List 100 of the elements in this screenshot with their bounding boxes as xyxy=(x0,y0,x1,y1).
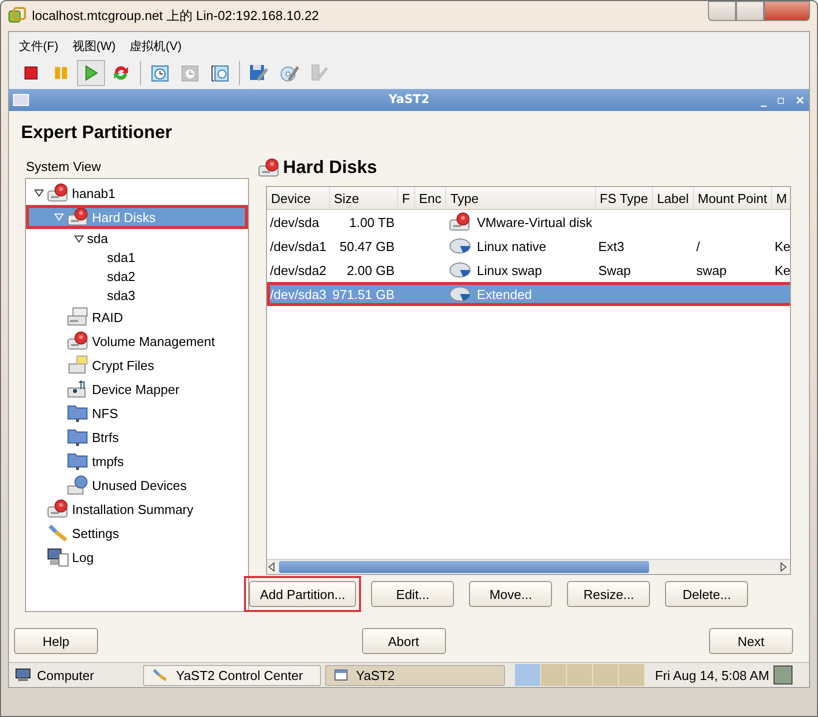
tree-item[interactable]: hanab1 xyxy=(26,181,248,205)
tree-item[interactable]: sda2 xyxy=(26,267,248,286)
close-button[interactable] xyxy=(764,1,810,21)
panel-heading: Hard Disks xyxy=(283,157,378,178)
table-cell: Extended xyxy=(476,286,532,302)
action-button[interactable]: Delete... xyxy=(665,581,748,607)
table-cell: /dev/sda3 xyxy=(270,286,326,302)
column-header[interactable]: M xyxy=(772,187,790,210)
floppy-wrench-icon xyxy=(249,63,269,83)
tree-item[interactable]: Settings xyxy=(26,521,248,545)
hard-disk-icon xyxy=(67,207,89,227)
refresh-icon xyxy=(112,64,130,82)
menu-item[interactable]: 虚拟机(V) xyxy=(130,37,182,56)
minimize-button[interactable] xyxy=(708,1,736,21)
table-cell: swap xyxy=(696,262,727,278)
table-cell: 50.47 GB xyxy=(340,238,395,254)
footer-button[interactable]: Next xyxy=(709,628,793,654)
table-cell: Linux swap xyxy=(476,262,542,278)
column-header[interactable]: Label xyxy=(652,187,694,210)
wrench-icon xyxy=(47,523,69,543)
column-header[interactable]: Device xyxy=(267,187,330,210)
hard-disk-icon xyxy=(67,331,89,351)
table-cell: / xyxy=(696,238,700,254)
network-folder-icon xyxy=(67,403,89,423)
table-cell: /dev/sda1 xyxy=(270,238,326,254)
snapshot-icon xyxy=(180,63,200,83)
tree-item[interactable]: tmpfs xyxy=(26,449,248,473)
maximize-button[interactable] xyxy=(736,1,764,21)
partition-icon xyxy=(448,261,471,279)
app-logo-icon xyxy=(8,7,26,25)
tree-item[interactable]: sda3 xyxy=(26,286,248,305)
partition-icon xyxy=(448,237,471,255)
table-cell: Ke xyxy=(774,238,790,254)
window-title: localhost.mtcgroup.net 上的 Lin-02:192.168.10.22 xyxy=(32,7,319,25)
table-cell: VMware-Virtual disk xyxy=(476,214,592,230)
table-row[interactable]: /dev/sda1 50.47 GB Linux native Ext3 / Ke xyxy=(267,234,790,258)
action-button[interactable]: Edit... xyxy=(371,581,454,607)
column-header[interactable]: Enc xyxy=(414,187,446,210)
computer-launcher[interactable]: Computer xyxy=(37,668,94,682)
system-view-label: System View xyxy=(25,158,102,176)
tree-item[interactable]: Log xyxy=(26,545,248,569)
play-icon xyxy=(84,65,98,81)
hard-disk-icon xyxy=(448,212,471,232)
action-button[interactable]: Resize... xyxy=(567,581,650,607)
table-cell: Linux native xyxy=(476,238,546,254)
stop-icon xyxy=(24,66,38,80)
column-header[interactable]: Size xyxy=(329,187,398,210)
table-cell: 971.51 GB xyxy=(332,286,395,302)
crypt-file-icon xyxy=(67,355,89,375)
raid-icon xyxy=(67,307,89,327)
clock: Fri Aug 14, 5:08 AM xyxy=(655,668,770,682)
pause-icon xyxy=(54,66,68,80)
taskbar-button[interactable]: YaST2 xyxy=(325,664,505,686)
tree-item[interactable]: Installation Summary xyxy=(26,497,248,521)
tree-item[interactable]: Volume Management xyxy=(26,329,248,353)
column-header[interactable]: Type xyxy=(446,187,596,210)
tree-item[interactable]: Device Mapper xyxy=(26,377,248,401)
hard-disk-icon xyxy=(258,158,280,178)
column-header[interactable]: F xyxy=(398,187,414,210)
table-cell: 2.00 GB xyxy=(346,262,395,278)
network-folder-icon xyxy=(67,427,89,447)
workspace-switcher[interactable] xyxy=(515,664,645,686)
hard-disk-icon xyxy=(47,499,69,519)
table-cell: Ke xyxy=(774,262,790,278)
horizontal-scrollbar[interactable] xyxy=(267,559,790,574)
collapse-arrow-icon[interactable] xyxy=(74,234,84,244)
taskbar-button[interactable]: YaST2 Control Center xyxy=(143,664,321,686)
column-header[interactable]: FS Type xyxy=(595,187,652,210)
table-row[interactable]: /dev/sda2 2.00 GB Linux swap Swap swap Ke xyxy=(267,258,790,282)
collapse-arrow-icon[interactable] xyxy=(34,188,44,198)
network-folder-icon xyxy=(67,451,89,471)
footer-button[interactable]: Abort xyxy=(362,628,446,654)
tree-item[interactable]: Btrfs xyxy=(26,425,248,449)
usb-wrench-icon xyxy=(309,63,329,83)
log-icon xyxy=(47,547,69,567)
table-row[interactable]: /dev/sda 1.00 TB VMware-Virtual disk xyxy=(267,210,790,234)
screen-icon[interactable] xyxy=(773,665,794,685)
column-header[interactable]: Mount Point xyxy=(693,187,772,210)
menu-item[interactable]: 文件(F) xyxy=(19,37,58,56)
computer-icon xyxy=(15,668,31,682)
footer-button[interactable]: Help xyxy=(14,628,98,654)
action-button[interactable]: Move... xyxy=(469,581,552,607)
yast-window-title: YaST2 xyxy=(388,92,430,106)
wrench-icon xyxy=(152,668,168,682)
window-icon xyxy=(334,669,348,681)
table-cell: /dev/sda2 xyxy=(270,262,326,278)
tree-item[interactable]: Crypt Files xyxy=(26,353,248,377)
tree-item[interactable]: sda1 xyxy=(26,248,248,267)
menu-item[interactable]: 视图(W) xyxy=(72,37,116,56)
table-cell: 1.00 TB xyxy=(349,214,395,230)
hard-disk-icon xyxy=(47,183,69,203)
tree-item[interactable]: NFS xyxy=(26,401,248,425)
tree-item[interactable]: RAID xyxy=(26,305,248,329)
tree-item[interactable]: sda xyxy=(26,229,248,248)
partition-icon xyxy=(448,285,471,303)
action-button[interactable]: Add Partition... xyxy=(249,581,356,607)
table-cell: Swap xyxy=(598,262,631,278)
tree-item[interactable]: Unused Devices xyxy=(26,473,248,497)
snapshot-icon xyxy=(150,63,170,83)
table-cell: /dev/sda xyxy=(270,214,320,230)
